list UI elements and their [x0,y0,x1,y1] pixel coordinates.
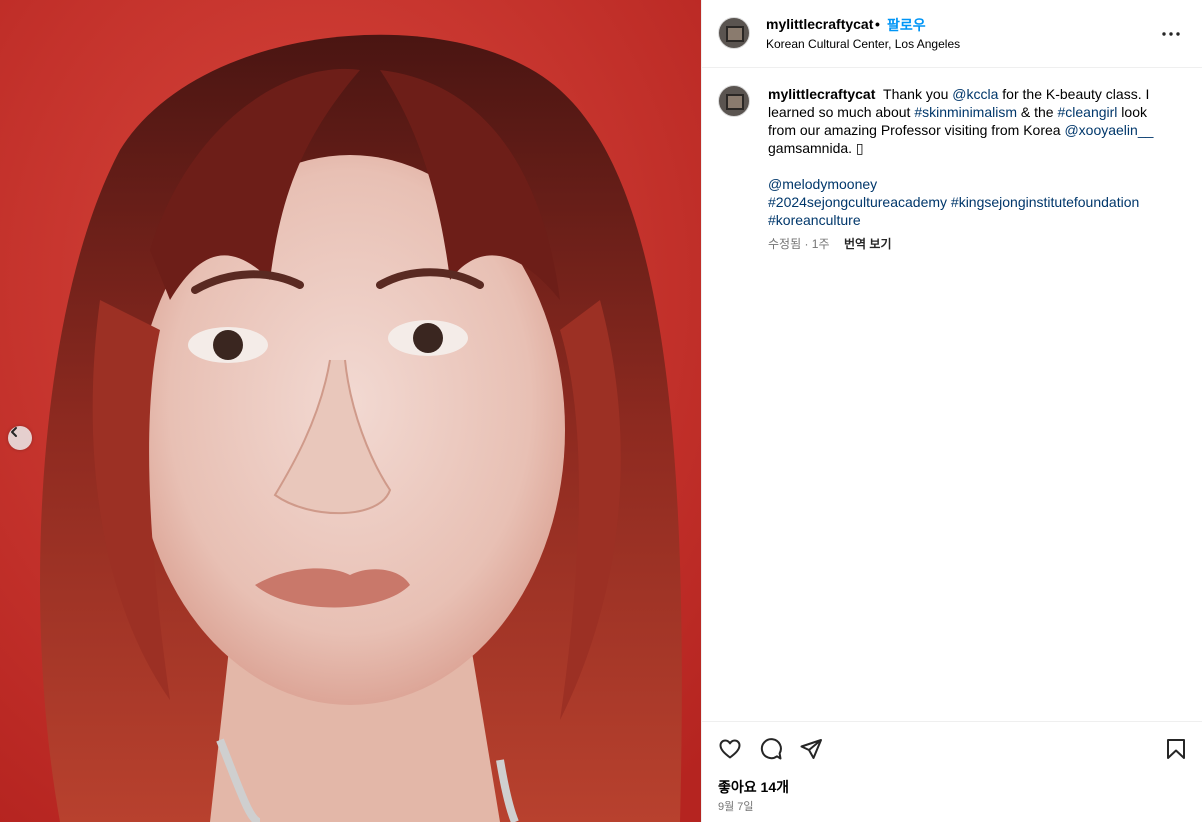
chevron-left-icon [11,427,17,437]
post-photo[interactable] [0,0,701,822]
mention-link[interactable]: @kccla [952,86,998,102]
separator-dot: • [875,16,880,32]
like-count[interactable]: 좋아요 14개 [718,777,789,797]
hashtag-link[interactable]: #koreanculture [768,212,861,228]
post-date: 9월 7일 [718,801,754,813]
hashtag-link[interactable]: #2024sejongcultureacademy [768,194,947,210]
comment-icon[interactable] [759,737,783,761]
edited-timestamp: 수정됨 · 1주 [768,237,830,251]
heart-icon[interactable] [718,737,742,761]
post-actions: 좋아요 14개 9월 7일 [702,721,1202,822]
caption-author-avatar[interactable] [718,85,750,117]
author-username[interactable]: mylittlecraftycat [766,16,873,32]
author-avatar[interactable] [718,17,750,49]
previous-photo-button[interactable] [8,426,32,450]
follow-button[interactable]: 팔로우 [887,15,926,35]
caption-username[interactable]: mylittlecraftycat [768,86,875,102]
bookmark-icon[interactable] [1164,737,1188,761]
caption-text: mylittlecraftycat Thank you @kccla for t… [768,85,1163,229]
location-link[interactable]: Korean Cultural Center, Los Angeles [766,37,960,51]
portrait-image [0,0,701,822]
caption-section: mylittlecraftycat Thank you @kccla for t… [702,69,1202,721]
hashtag-link[interactable]: #cleangirl [1057,104,1117,120]
post-header: mylittlecraftycat • 팔로우 Korean Cultural … [702,0,1202,68]
mention-link[interactable]: @melodymooney [768,176,877,192]
caption-text-part: Thank you [879,86,953,102]
caption-text-part: gamsamnida. ▯ [768,140,864,156]
hashtag-link[interactable]: #skinminimalism [914,104,1017,120]
send-icon[interactable] [799,737,823,761]
mention-link[interactable]: @xooyaelin__ [1064,122,1153,138]
post-side-panel: mylittlecraftycat • 팔로우 Korean Cultural … [701,0,1202,822]
caption-text-part: & the [1017,104,1058,120]
more-horizontal-icon[interactable] [1159,22,1183,46]
translate-button[interactable]: 번역 보기 [844,235,892,252]
hashtag-link[interactable]: #kingsejonginstitutefoundation [951,194,1139,210]
